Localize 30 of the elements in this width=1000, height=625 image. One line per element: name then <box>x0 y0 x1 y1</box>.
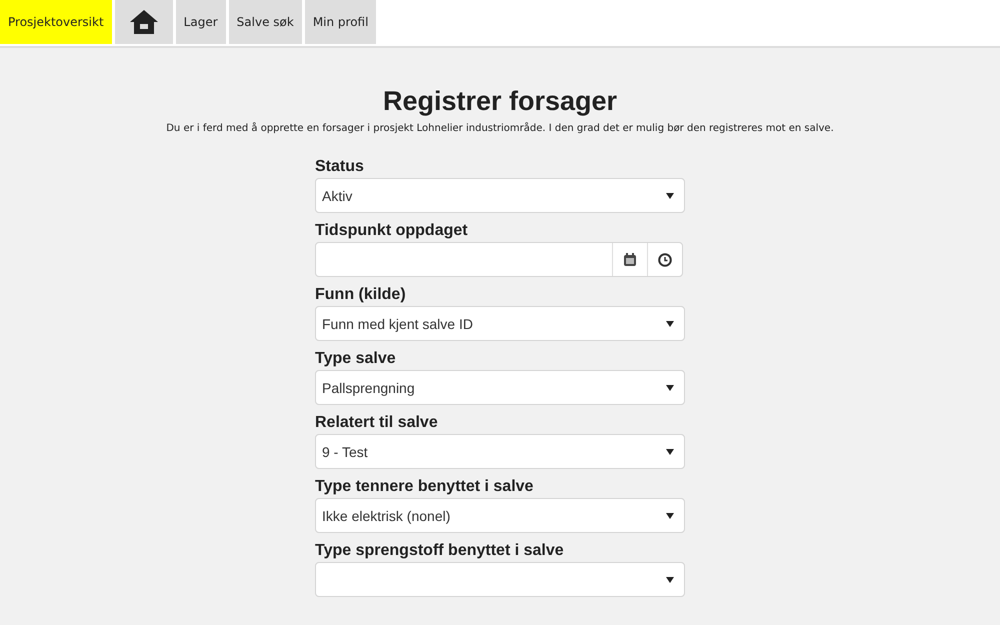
home-tab[interactable] <box>114 0 173 44</box>
description: Du er i ferd med å opprette en forsager i prosjekt Lohnelier industriområde. I den grad det er mulig bør den registreres mot en salve. <box>166 123 834 134</box>
caret-icon <box>666 576 674 582</box>
caret-icon <box>666 320 674 326</box>
field-label: Tidspunkt oppdaget <box>315 222 469 240</box>
select-field[interactable]: Pallsprengning <box>315 370 685 405</box>
caret-icon <box>666 192 674 198</box>
page-title: Registrer forsager <box>382 86 618 117</box>
field-label: Funn (kilde) <box>315 286 407 304</box>
select-field[interactable] <box>315 562 685 597</box>
select-field[interactable]: Aktiv <box>315 178 685 213</box>
caret-icon <box>666 512 674 518</box>
caret-icon <box>666 448 674 454</box>
field-label: Relatert til salve <box>315 414 439 432</box>
nav-tab[interactable]: Salve søk <box>228 0 302 44</box>
caret-icon <box>666 384 674 390</box>
field-label: Status <box>315 158 365 176</box>
clock-icon <box>658 252 672 266</box>
field-label: Type salve <box>315 350 397 368</box>
select-field[interactable]: Ikke elektrisk (nonel) <box>315 498 685 533</box>
nav-tab[interactable]: Prosjektoversikt <box>0 0 112 44</box>
field-label: Type sprengstoff benyttet i salve <box>315 542 565 560</box>
nav-tab[interactable]: Min profil <box>304 0 376 44</box>
home-icon <box>128 9 159 35</box>
select-field[interactable]: Funn med kjent salve ID <box>315 306 685 341</box>
date-time-field[interactable] <box>315 242 683 277</box>
nav-tab[interactable]: Lager <box>176 0 226 44</box>
calendar-icon <box>623 252 637 266</box>
select-field[interactable]: 9 - Test <box>315 434 685 469</box>
field-label: Type tennere benyttet i salve <box>315 478 534 496</box>
